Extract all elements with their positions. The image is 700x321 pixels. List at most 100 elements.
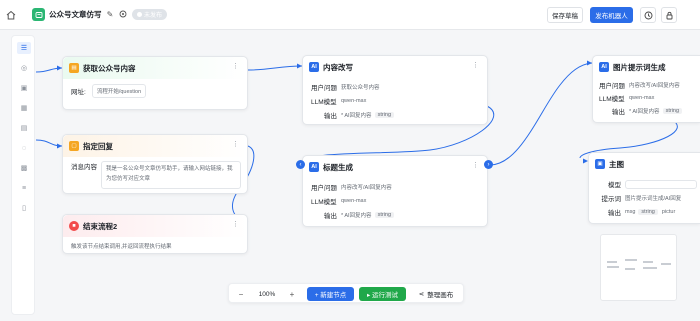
output-extra: pictur bbox=[661, 209, 676, 215]
chevron-down-icon[interactable]: ▾ bbox=[95, 9, 98, 16]
flow-icon[interactable]: ☰ bbox=[17, 42, 31, 54]
node-title: 图片提示词生成 bbox=[613, 63, 666, 72]
more-icon[interactable]: ⋮ bbox=[232, 62, 239, 70]
node-title-generation[interactable]: AI 标题生成 ⋮ 用户问题 内容改写/AI回复内容 LLM模型 qwen-ma… bbox=[302, 155, 488, 227]
url-row: 网址: 流程开始/question bbox=[71, 84, 147, 98]
question-label: 用户问题 bbox=[311, 185, 337, 192]
top-bar: 公众号文章仿写 ▾ ✎ 未发布 保存草稿 发布机器人 bbox=[0, 0, 700, 30]
url-label: 网址: bbox=[71, 89, 86, 96]
model-label: 模型 bbox=[608, 182, 621, 189]
minimap-node bbox=[643, 261, 653, 263]
output-row: 输出 * AI回复内容 string bbox=[311, 110, 395, 120]
content-line-2: 为您仿写对应文章 bbox=[106, 176, 151, 182]
publish-button[interactable]: 发布机器人 bbox=[590, 7, 633, 23]
end-description: 触发该节点结束调用,并返回流程执行结果 bbox=[71, 244, 172, 250]
edge-start-fetch bbox=[35, 67, 63, 73]
node-content-rewrite[interactable]: AI 内容改写 ⋮ 用户问题 获取公众号内容 LLM模型 qwen-max 输出… bbox=[302, 55, 488, 125]
ai-icon: AI bbox=[309, 62, 319, 72]
history-icon[interactable] bbox=[640, 7, 656, 23]
output-type: string bbox=[374, 112, 395, 118]
node-image-prompt[interactable]: AI 图片提示词生成 用户问题 内容改写/AI回复内容 LLM模型 qwen-m… bbox=[592, 55, 700, 123]
output-label: 输出 bbox=[608, 210, 621, 217]
content-value[interactable]: 我是一名公众号文章仿写助手，请输入网站链接，我 为您仿写对应文章 bbox=[101, 161, 241, 189]
tidy-label: 整理画布 bbox=[427, 292, 454, 299]
output-value: * AI回复内容 bbox=[341, 213, 372, 219]
model-select[interactable] bbox=[625, 179, 697, 189]
node-title: 标题生成 bbox=[323, 163, 353, 172]
output-type: string bbox=[374, 212, 395, 218]
run-test-button[interactable]: ▸ 运行测试 bbox=[359, 287, 406, 301]
node-fixed-reply[interactable]: ▢ 指定回复 ⋮ 消息内容 我是一名公众号文章仿写助手，请输入网站链接，我 为您… bbox=[62, 134, 248, 194]
zoom-in-button[interactable]: + bbox=[286, 287, 298, 301]
edit-icon[interactable]: ✎ bbox=[105, 8, 115, 20]
prompt-label: 提示词 bbox=[601, 196, 622, 203]
model-label: LLM模型 bbox=[311, 99, 337, 106]
file-icon[interactable]: ▯ bbox=[17, 202, 31, 214]
output-type: string bbox=[662, 108, 683, 114]
output-value: msg bbox=[625, 209, 636, 215]
node-main-image[interactable]: ▣ 主图 模型 提示词 图片提示词生成/AI回复 输出 msg string p… bbox=[588, 152, 700, 224]
document-icon[interactable]: ▤ bbox=[17, 122, 31, 134]
node-end-flow[interactable]: ■ 结束流程2 ⋮ 触发该节点结束调用,并返回流程执行结果 bbox=[62, 214, 248, 254]
status-badge: 未发布 bbox=[132, 9, 168, 20]
node-title: 内容改写 bbox=[323, 63, 353, 72]
zoom-level: 100% bbox=[258, 290, 276, 298]
output-label: 输出 bbox=[612, 109, 625, 116]
tidy-canvas-button[interactable]: ⋖ 整理画布 bbox=[411, 287, 461, 301]
more-icon[interactable]: ⋮ bbox=[232, 140, 239, 148]
list-icon[interactable]: ≡ bbox=[17, 182, 31, 194]
knowledge-icon[interactable]: ▣ bbox=[17, 82, 31, 94]
minimap-node bbox=[607, 261, 617, 263]
stop-icon: ■ bbox=[69, 221, 79, 231]
question-value: 内容改写/AI回复内容 bbox=[629, 83, 680, 89]
question-row: 用户问题 内容改写/AI回复内容 bbox=[311, 182, 392, 192]
message-icon[interactable]: ◌ bbox=[17, 142, 31, 154]
edge-fetch-rewrite bbox=[247, 65, 303, 71]
table-icon[interactable]: ▦ bbox=[17, 102, 31, 114]
status-dot-icon bbox=[137, 12, 142, 17]
url-value[interactable]: 流程开始/question bbox=[91, 84, 147, 98]
model-row: LLM模型 qwen-max bbox=[311, 96, 366, 106]
model-row: LLM模型 qwen-max bbox=[311, 196, 366, 206]
status-label: 未发布 bbox=[144, 13, 163, 19]
model-label: LLM模型 bbox=[311, 199, 337, 206]
output-value: * AI回复内容 bbox=[629, 109, 660, 115]
app-icon bbox=[32, 8, 45, 21]
ai-icon: AI bbox=[309, 162, 319, 172]
input-handle[interactable]: ‹ bbox=[296, 160, 305, 169]
ai-chat-icon[interactable]: ◎ bbox=[17, 62, 31, 74]
output-type: string bbox=[638, 209, 658, 215]
model-value: qwen-max bbox=[629, 95, 655, 101]
model-value: qwen-max bbox=[341, 98, 367, 104]
question-value: 获取公众号内容 bbox=[341, 85, 380, 91]
new-node-button[interactable]: + 新建节点 bbox=[307, 287, 354, 301]
zoom-out-button[interactable]: − bbox=[235, 287, 247, 301]
node-title: 结束流程2 bbox=[83, 222, 118, 231]
canvas-toolbar: − 100% + + 新建节点 ▸ 运行测试 ⋖ 整理画布 bbox=[228, 283, 464, 303]
more-icon[interactable]: ⋮ bbox=[232, 220, 239, 228]
save-draft-button[interactable]: 保存草稿 bbox=[547, 7, 583, 23]
question-label: 用户问题 bbox=[311, 85, 337, 92]
question-label: 用户问题 bbox=[599, 83, 625, 90]
document-icon: ▤ bbox=[69, 63, 79, 73]
ai-icon: AI bbox=[599, 62, 609, 72]
model-label: LLM模型 bbox=[599, 96, 625, 103]
node-title: 获取公众号内容 bbox=[83, 64, 136, 73]
prompt-value: 图片提示词生成/AI回复 bbox=[625, 196, 682, 202]
lock-icon[interactable] bbox=[661, 7, 677, 23]
minimap-node bbox=[625, 259, 637, 261]
output-handle[interactable]: › bbox=[484, 160, 493, 169]
model-row: 模型 bbox=[595, 179, 697, 189]
image-icon[interactable]: ▩ bbox=[17, 162, 31, 174]
minimap-node bbox=[643, 267, 657, 269]
node-fetch-article[interactable]: ▤ 获取公众号内容 ⋮ 网址: 流程开始/question bbox=[62, 56, 248, 110]
question-row: 用户问题 内容改写/AI回复内容 bbox=[599, 80, 680, 90]
minimap[interactable] bbox=[600, 234, 677, 301]
message-icon: ▢ bbox=[69, 141, 79, 151]
home-icon[interactable] bbox=[4, 8, 18, 22]
more-icon[interactable]: ⋮ bbox=[472, 161, 479, 169]
more-icon[interactable]: ⋮ bbox=[472, 61, 479, 69]
output-label: 输出 bbox=[324, 213, 337, 220]
app-title: 公众号文章仿写 bbox=[49, 10, 102, 19]
settings-icon[interactable] bbox=[118, 8, 128, 20]
